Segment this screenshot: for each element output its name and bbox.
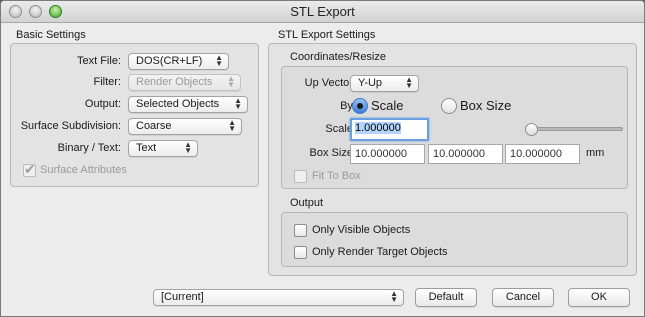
output-panel: Only Visible Objects Only Render Target …	[281, 212, 628, 267]
binary-text-value: Text	[136, 142, 157, 154]
scale-radio[interactable]	[352, 98, 368, 114]
ok-button[interactable]: OK	[568, 288, 630, 307]
binary-text-popup[interactable]: Text ▲ ▼	[128, 140, 198, 157]
surface-attributes-label: Surface Attributes	[40, 164, 127, 176]
surface-subdivision-value: Coarse	[136, 120, 172, 132]
chevron-updown-icon: ▲ ▼	[390, 289, 398, 304]
output-popup[interactable]: Selected Objects ▲ ▼	[128, 96, 248, 113]
basic-settings-title: Basic Settings	[16, 29, 86, 41]
text-file-value: DOS(CR+LF)	[136, 55, 203, 67]
scale-slider-knob[interactable]	[525, 123, 538, 136]
basic-settings-panel: Text File: DOS(CR+LF) ▲ ▼ Filter: Render …	[10, 43, 259, 187]
window-title: STL Export	[290, 4, 355, 19]
filter-label: Filter:	[93, 76, 122, 88]
fit-to-box-label: Fit To Box	[312, 170, 361, 182]
output-label: Output:	[84, 98, 121, 110]
preset-popup[interactable]: [Current] ▲ ▼	[153, 289, 404, 306]
up-vector-label: Up Vector:	[304, 77, 356, 89]
coordinates-resize-title: Coordinates/Resize	[290, 51, 386, 63]
text-file-label: Text File:	[76, 55, 121, 67]
chevron-updown-icon: ▲ ▼	[184, 140, 192, 155]
chevron-updown-icon: ▲ ▼	[215, 53, 223, 68]
default-button[interactable]: Default	[415, 288, 477, 307]
surface-subdivision-popup[interactable]: Coarse ▲ ▼	[128, 118, 242, 135]
cancel-button[interactable]: Cancel	[492, 288, 554, 307]
box-size-z-input[interactable]: 10.000000	[505, 144, 580, 164]
box-size-x-value: 10.000000	[355, 148, 407, 160]
up-vector-popup[interactable]: Y-Up ▲ ▼	[350, 75, 419, 92]
box-size-radio-label: Box Size	[460, 98, 512, 113]
titlebar: STL Export	[1, 1, 644, 23]
scale-input[interactable]: 1.000000	[350, 118, 429, 141]
box-size-y-value: 10.000000	[433, 148, 485, 160]
scale-input-value: 1.000000	[355, 122, 401, 134]
stl-export-settings-title: STL Export Settings	[278, 29, 376, 41]
surface-attributes-checkbox[interactable]: ✔	[23, 161, 36, 177]
only-render-target-objects-label: Only Render Target Objects	[312, 246, 448, 258]
output-section-title: Output	[290, 197, 324, 209]
box-size-x-input[interactable]: 10.000000	[350, 144, 425, 164]
box-size-unit: mm	[586, 147, 605, 159]
stl-export-settings-panel: Coordinates/Resize Up Vector: Y-Up ▲ ▼ By…	[268, 43, 637, 276]
box-size-radio[interactable]	[441, 98, 457, 114]
radio-dot-icon	[357, 103, 363, 109]
chevron-updown-icon: ▲ ▼	[405, 75, 413, 90]
chevron-updown-icon: ▲ ▼	[228, 118, 236, 133]
filter-value: Render Objects	[136, 76, 213, 88]
preset-value: [Current]	[161, 291, 204, 303]
surface-subdivision-label: Surface Subdivision:	[20, 120, 121, 132]
coordinates-resize-panel: Up Vector: Y-Up ▲ ▼ By: Scale Box Size Sc…	[281, 66, 628, 189]
only-render-target-objects-checkbox[interactable]	[294, 246, 307, 259]
chevron-updown-icon: ▲ ▼	[227, 74, 235, 89]
checkmark-icon: ✔	[24, 161, 36, 177]
scale-radio-label: Scale	[371, 98, 404, 113]
fit-to-box-checkbox[interactable]	[294, 170, 307, 183]
up-vector-value: Y-Up	[358, 77, 383, 89]
output-value: Selected Objects	[136, 98, 220, 110]
only-visible-objects-checkbox[interactable]	[294, 224, 307, 237]
only-visible-objects-label: Only Visible Objects	[312, 224, 411, 236]
scale-slider-track[interactable]	[530, 127, 623, 131]
stl-export-dialog: STL Export Basic Settings Text File: DOS…	[0, 0, 645, 317]
box-size-z-value: 10.000000	[510, 148, 562, 160]
text-file-popup[interactable]: DOS(CR+LF) ▲ ▼	[128, 53, 229, 70]
box-size-y-input[interactable]: 10.000000	[428, 144, 503, 164]
binary-text-label: Binary / Text:	[57, 142, 121, 154]
filter-popup[interactable]: Render Objects ▲ ▼	[128, 74, 241, 91]
chevron-updown-icon: ▲ ▼	[234, 96, 242, 111]
